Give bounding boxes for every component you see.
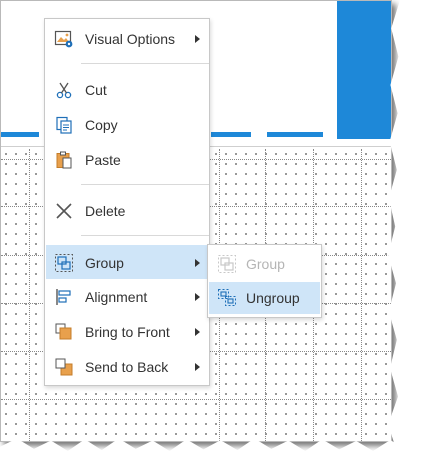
menu-item-cut[interactable]: Cut [46,74,208,106]
group-icon [216,253,238,275]
menu-item-label: Paste [85,152,121,168]
group-submenu: Group Ungroup [207,244,322,318]
bring-to-front-icon [53,321,75,343]
grid-line [1,399,391,400]
menu-item-send-to-back[interactable]: Send to Back [46,351,208,383]
ungroup-icon [216,287,238,309]
send-to-back-icon [53,356,75,378]
menu-item-delete[interactable]: Delete [46,195,208,227]
visual-options-icon [53,28,75,50]
submenu-item-label: Ungroup [246,290,300,306]
menu-item-alignment[interactable]: Alignment [46,281,208,313]
menu-separator [81,63,209,64]
menu-item-label: Send to Back [85,359,169,375]
menu-item-label: Visual Options [85,31,176,47]
group-icon [53,252,75,274]
menu-item-label: Copy [85,117,118,133]
delete-x-icon [53,200,75,222]
menu-separator [81,235,209,236]
menu-item-label: Group [85,254,124,271]
menu-item-label: Alignment [85,289,148,305]
scissors-icon [53,79,75,101]
grid-line [29,149,30,441]
copy-icon [53,114,75,136]
chart-baseline-segment [1,132,39,137]
menu-item-copy[interactable]: Copy [46,109,208,141]
alignment-icon [53,286,75,308]
submenu-arrow-icon [195,328,200,336]
submenu-arrow-icon [195,35,200,43]
menu-item-label: Bring to Front [85,324,170,340]
chart-baseline-segment [267,132,323,137]
submenu-arrow-icon [195,293,200,301]
menu-item-paste[interactable]: Paste [46,144,208,176]
submenu-item-label: Group [246,256,285,272]
menu-item-group[interactable]: Group [46,245,208,279]
paste-icon [53,149,75,171]
menu-item-label: Cut [85,82,107,98]
submenu-item-ungroup[interactable]: Ungroup [209,282,320,314]
chart-bar [337,1,391,139]
grid-line [361,149,362,441]
menu-separator [81,184,209,185]
submenu-arrow-icon [195,363,200,371]
context-menu: Visual Options Cut Copy Paste Delete Gro… [44,18,210,386]
menu-item-bring-to-front[interactable]: Bring to Front [46,316,208,348]
menu-item-visual-options[interactable]: Visual Options [46,23,208,55]
menu-item-label: Delete [85,203,126,219]
submenu-item-group: Group [209,248,320,280]
submenu-arrow-icon [195,258,200,267]
chart-baseline-segment [211,132,251,137]
